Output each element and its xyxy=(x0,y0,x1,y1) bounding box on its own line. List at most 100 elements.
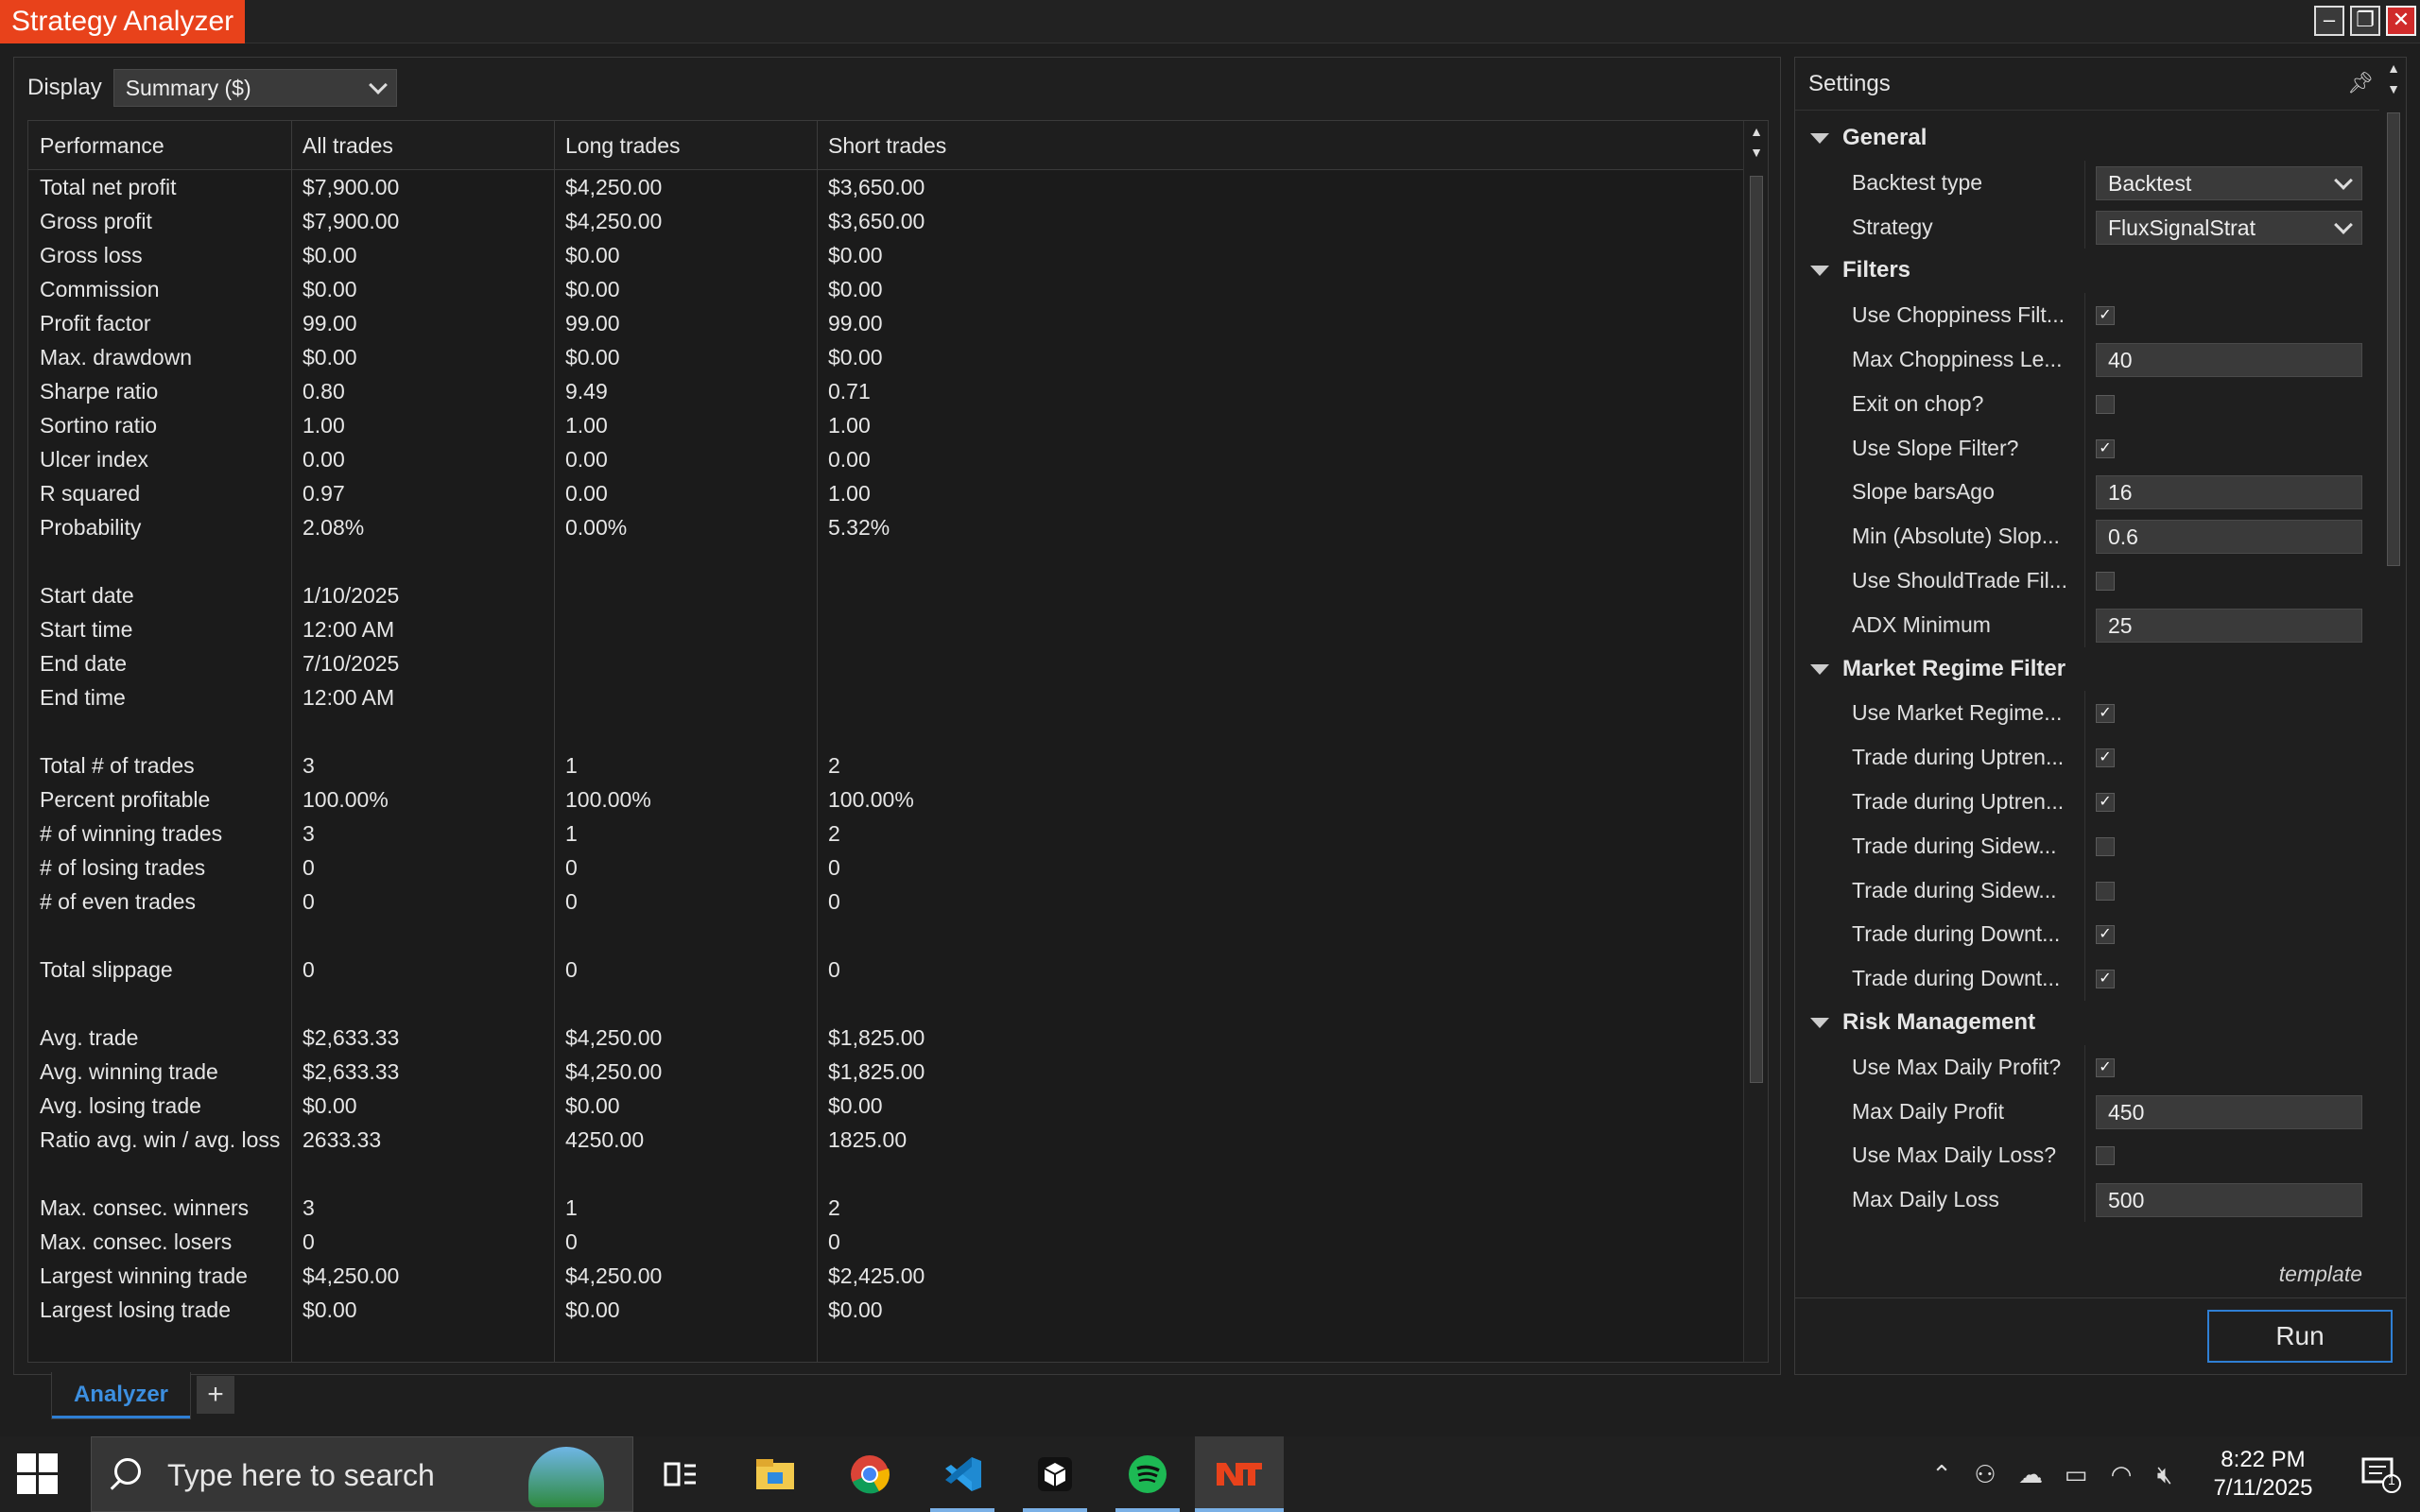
property-checkbox[interactable]: ✓ xyxy=(2096,1057,2115,1077)
ninjatrader-icon[interactable] xyxy=(1195,1436,1284,1512)
metric-value: 2 xyxy=(828,1195,840,1220)
metric-value: $0.00 xyxy=(302,277,357,301)
scroll-down-icon[interactable]: ▼ xyxy=(1744,142,1768,163)
app-cube-icon[interactable] xyxy=(1028,1448,1081,1501)
vscode-icon[interactable] xyxy=(936,1448,989,1501)
metric-value: 0 xyxy=(828,1229,840,1254)
property-checkbox[interactable]: ✓ xyxy=(2096,970,2115,989)
category-label: Market Regime Filter xyxy=(1842,655,2066,681)
metric-value: $0.00 xyxy=(828,277,883,301)
metric-value: 0.97 xyxy=(302,481,345,506)
table-spacer xyxy=(28,1157,1745,1191)
column-header[interactable]: Short trades xyxy=(817,121,946,170)
settings-category[interactable]: Market Regime Filter xyxy=(1795,647,2379,692)
settings-property: ADX Minimum 25 xyxy=(1795,602,2379,647)
property-input[interactable]: 500 xyxy=(2096,1183,2362,1218)
table-spacer xyxy=(28,919,1745,953)
task-view-icon[interactable] xyxy=(654,1448,707,1501)
property-checkbox[interactable]: ✓ xyxy=(2096,438,2115,458)
windows-start-icon[interactable] xyxy=(17,1453,59,1495)
close-button[interactable]: ✕ xyxy=(2386,6,2416,36)
settings-panel: Settings 📌︎ General Backtest type Backtest… xyxy=(1794,57,2407,1375)
property-input[interactable]: 40 xyxy=(2096,342,2362,377)
scroll-down-icon[interactable]: ▼ xyxy=(2381,78,2406,99)
metric-value: 2.08% xyxy=(302,515,365,540)
property-dropdown[interactable]: Backtest xyxy=(2096,165,2362,200)
scrollbar-thumb[interactable] xyxy=(1750,176,1763,1083)
metric-value: 0 xyxy=(302,889,315,914)
taskbar-search-box[interactable]: Type here to search xyxy=(91,1436,633,1512)
property-dropdown[interactable]: FluxSignalStrat xyxy=(2096,210,2362,245)
chevron-down-icon xyxy=(2334,215,2353,234)
metric-value: $0.00 xyxy=(302,243,357,267)
metric-value xyxy=(817,646,828,680)
spotify-icon[interactable] xyxy=(1121,1448,1174,1501)
metric-value: 0 xyxy=(302,1229,315,1254)
property-checkbox[interactable]: ✓ xyxy=(2096,748,2115,768)
display-select[interactable]: Summary ($) xyxy=(112,69,397,107)
settings-category[interactable]: General xyxy=(1795,116,2379,161)
property-label: Min (Absolute) Slop... xyxy=(1852,524,2060,549)
file-explorer-icon[interactable] xyxy=(749,1448,802,1501)
property-checkbox[interactable]: ✓ xyxy=(2096,704,2115,724)
metric-value: $2,425.00 xyxy=(828,1263,925,1288)
tab-analyzer[interactable]: Analyzer xyxy=(51,1372,191,1419)
property-checkbox[interactable] xyxy=(2096,1146,2115,1166)
expand-triangle-icon[interactable] xyxy=(1810,266,1829,277)
property-checkbox[interactable] xyxy=(2096,394,2115,414)
settings-title: Settings xyxy=(1808,71,1891,96)
column-header[interactable]: All trades xyxy=(291,121,393,170)
scrollbar-thumb[interactable] xyxy=(2387,112,2400,566)
table-spacer xyxy=(28,987,1745,1021)
maximize-button[interactable]: ❐ xyxy=(2350,6,2380,36)
metric-label: Ulcer index xyxy=(40,447,149,472)
expand-triangle-icon[interactable] xyxy=(1810,663,1829,675)
template-label[interactable]: template xyxy=(2279,1262,2362,1287)
pin-icon[interactable]: 📌︎ xyxy=(2347,71,2374,95)
property-checkbox[interactable] xyxy=(2096,881,2115,901)
column-header[interactable]: Long trades xyxy=(554,121,680,170)
search-placeholder: Type here to search xyxy=(167,1458,435,1492)
property-input[interactable]: 0.6 xyxy=(2096,520,2362,555)
property-checkbox[interactable]: ✓ xyxy=(2096,792,2115,812)
property-checkbox[interactable] xyxy=(2096,571,2115,591)
metric-value: 100.00% xyxy=(302,787,389,812)
settings-category[interactable]: Risk Management xyxy=(1795,1001,2379,1045)
chevron-up-icon[interactable]: ⌃ xyxy=(1927,1459,1957,1489)
meet-now-icon[interactable]: ⚇ xyxy=(1970,1459,2000,1489)
wifi-icon[interactable]: ◠ xyxy=(2106,1459,2136,1489)
chrome-icon[interactable] xyxy=(843,1448,896,1501)
property-checkbox[interactable] xyxy=(2096,836,2115,856)
table-scrollbar[interactable]: ▲ ▼ xyxy=(1743,121,1768,1362)
notification-icon[interactable]: 1 xyxy=(2360,1455,2401,1493)
scroll-up-icon[interactable]: ▲ xyxy=(2381,58,2406,78)
table-row: Total # of trades 3 1 2 xyxy=(28,748,1745,782)
performance-table: Performance All trades Long trades Short tr… xyxy=(27,120,1769,1363)
battery-icon[interactable]: ▭ xyxy=(2061,1459,2091,1489)
metric-label: Ratio avg. win / avg. loss xyxy=(40,1127,281,1152)
onedrive-icon[interactable]: ☁ xyxy=(2015,1459,2046,1489)
property-checkbox[interactable]: ✓ xyxy=(2096,925,2115,945)
property-input[interactable]: 16 xyxy=(2096,475,2362,510)
taskbar-clock[interactable]: 8:22 PM 7/11/2025 xyxy=(2197,1446,2329,1503)
property-checkbox[interactable]: ✓ xyxy=(2096,306,2115,326)
analyzer-panel: Display Summary ($) Performance All trade… xyxy=(13,57,1781,1375)
run-button[interactable]: Run xyxy=(2207,1310,2393,1363)
settings-scrollbar[interactable]: ▲ ▼ xyxy=(2381,58,2406,1286)
minimize-button[interactable]: – xyxy=(2314,6,2344,36)
expand-triangle-icon[interactable] xyxy=(1810,1017,1829,1028)
expand-triangle-icon[interactable] xyxy=(1810,133,1829,144)
property-label: Use Max Daily Profit? xyxy=(1852,1054,2062,1079)
metric-label: Total slippage xyxy=(40,957,173,982)
property-input[interactable]: 450 xyxy=(2096,1094,2362,1129)
scroll-up-icon[interactable]: ▲ xyxy=(1744,121,1768,142)
metric-value: 0 xyxy=(828,889,840,914)
settings-category[interactable]: Filters xyxy=(1795,249,2379,293)
column-header[interactable]: Performance xyxy=(28,121,164,170)
clock-time: 8:22 PM xyxy=(2221,1447,2306,1472)
add-tab-button[interactable]: + xyxy=(197,1376,234,1414)
volume-muted-icon[interactable]: 🔇︎ xyxy=(2150,1459,2180,1489)
metric-value: $4,250.00 xyxy=(565,175,663,199)
property-input[interactable]: 25 xyxy=(2096,608,2362,643)
metric-label: Start date xyxy=(40,583,134,608)
